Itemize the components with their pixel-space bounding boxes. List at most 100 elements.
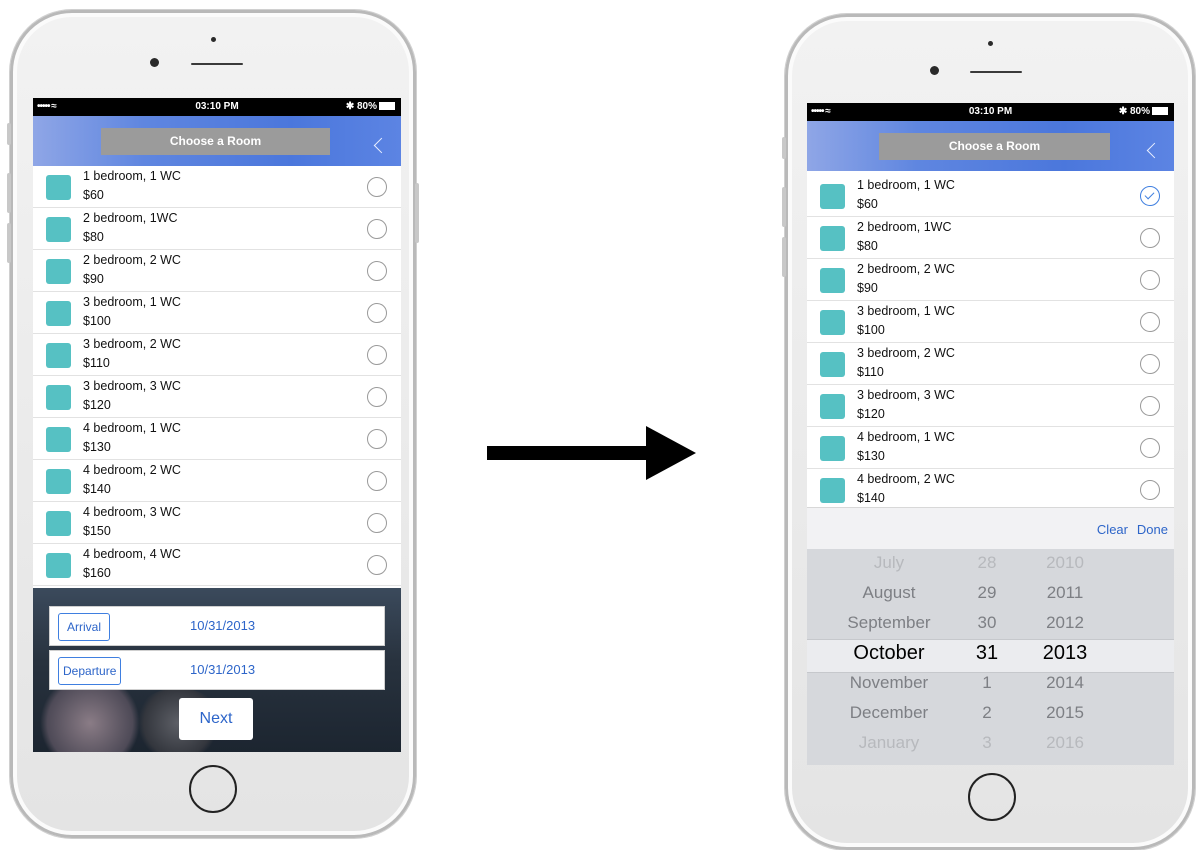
home-button[interactable] — [189, 765, 237, 813]
room-radio-button[interactable] — [367, 429, 387, 449]
picker-year-item[interactable]: 2010 — [1025, 553, 1105, 573]
room-row[interactable]: 4 bedroom, 2 WC $140 — [807, 469, 1174, 507]
done-button[interactable]: Done — [1137, 522, 1168, 537]
room-radio-button[interactable] — [367, 471, 387, 491]
nav-bar: Choose a Room — [33, 116, 401, 166]
room-price: $130 — [857, 449, 885, 463]
room-row[interactable]: 4 bedroom, 1 WC $130 — [33, 418, 401, 460]
departure-button[interactable]: Departure — [58, 657, 122, 685]
room-radio-button[interactable] — [367, 219, 387, 239]
picker-day-item[interactable]: 1 — [967, 673, 1007, 693]
picker-year-item[interactable]: 2012 — [1025, 613, 1105, 633]
room-price: $120 — [83, 398, 111, 412]
transition-arrow-shaft — [487, 446, 653, 460]
room-price: $90 — [83, 272, 104, 286]
picker-day-item[interactable]: 31 — [967, 642, 1007, 665]
back-chevron-icon[interactable] — [1146, 142, 1163, 159]
room-row[interactable]: 2 bedroom, 2 WC $90 — [807, 259, 1174, 301]
side-button — [782, 137, 786, 159]
room-thumbnail — [46, 343, 71, 368]
room-price: $80 — [83, 230, 104, 244]
room-radio-button[interactable] — [1140, 228, 1160, 248]
picker-month-item[interactable]: July — [827, 553, 951, 573]
room-radio-button[interactable] — [367, 303, 387, 323]
room-radio-button[interactable] — [367, 177, 387, 197]
room-price: $140 — [857, 491, 885, 505]
room-radio-button[interactable] — [367, 261, 387, 281]
next-button[interactable]: Next — [179, 698, 253, 740]
picker-day-item[interactable]: 30 — [967, 613, 1007, 633]
arrival-button[interactable]: Arrival — [58, 613, 111, 641]
room-row[interactable]: 1 bedroom, 1 WC $60 — [807, 175, 1174, 217]
room-radio-button[interactable] — [1140, 354, 1160, 374]
room-row[interactable]: 4 bedroom, 4 WC $160 — [33, 544, 401, 586]
picker-day-item[interactable]: 3 — [967, 733, 1007, 753]
room-name: 4 bedroom, 2 WC — [83, 463, 181, 477]
picker-year-item[interactable]: 2015 — [1025, 703, 1105, 723]
room-radio-button[interactable] — [1140, 396, 1160, 416]
battery-icon — [1152, 107, 1168, 116]
room-list: 1 bedroom, 1 WC $60 2 bedroom, 1WC $80 2 bed… — [33, 166, 401, 586]
clear-button[interactable]: Clear — [1097, 522, 1128, 537]
picker-year-item[interactable]: 2014 — [1025, 673, 1105, 693]
room-row[interactable]: 2 bedroom, 2 WC $90 — [33, 250, 401, 292]
room-row[interactable]: 4 bedroom, 1 WC $130 — [807, 427, 1174, 469]
picker-month-item[interactable]: October — [827, 642, 951, 665]
room-radio-button[interactable] — [367, 387, 387, 407]
departure-date[interactable]: 10/31/2013 — [190, 662, 255, 677]
room-price: $100 — [857, 323, 885, 337]
picker-month-item[interactable]: December — [827, 703, 951, 723]
room-row[interactable]: 4 bedroom, 3 WC $150 — [33, 502, 401, 544]
battery-indicator: ✱ 80% — [1119, 106, 1168, 117]
room-row[interactable]: 1 bedroom, 1 WC $60 — [33, 166, 401, 208]
room-row[interactable]: 3 bedroom, 1 WC $100 — [33, 292, 401, 334]
room-radio-button[interactable] — [1140, 438, 1160, 458]
room-row[interactable]: 4 bedroom, 2 WC $140 — [33, 460, 401, 502]
page-title: Choose a Room — [101, 128, 330, 155]
picker-month-item[interactable]: August — [827, 583, 951, 603]
left-screen: ••••• ≈ 03:10 PM ✱ 80% Choose a Room 1 b… — [33, 98, 401, 752]
room-thumbnail — [820, 352, 845, 377]
room-radio-button[interactable] — [1140, 312, 1160, 332]
proximity-sensor-icon — [988, 41, 993, 46]
camera-icon — [930, 66, 939, 75]
side-button — [7, 173, 11, 213]
picker-year-item[interactable]: 2011 — [1025, 583, 1105, 603]
side-button — [7, 123, 11, 145]
side-button — [782, 237, 786, 277]
room-radio-button[interactable] — [367, 345, 387, 365]
room-radio-button[interactable] — [1140, 186, 1160, 206]
room-row[interactable]: 2 bedroom, 1WC $80 — [33, 208, 401, 250]
back-chevron-icon[interactable] — [373, 137, 390, 154]
picker-month-item[interactable]: November — [827, 673, 951, 693]
room-price: $110 — [83, 356, 110, 370]
room-radio-button[interactable] — [367, 555, 387, 575]
picker-year-item[interactable]: 2013 — [1025, 642, 1105, 665]
room-price: $60 — [83, 188, 104, 202]
picker-day-item[interactable]: 28 — [967, 553, 1007, 573]
room-name: 4 bedroom, 1 WC — [857, 430, 955, 444]
picker-year-item[interactable]: 2016 — [1025, 733, 1105, 753]
date-picker[interactable]: July August September October November Decemb… — [807, 549, 1174, 765]
room-row[interactable]: 3 bedroom, 3 WC $120 — [807, 385, 1174, 427]
picker-month-item[interactable]: January — [827, 733, 951, 753]
home-button[interactable] — [968, 773, 1016, 821]
picker-day-item[interactable]: 2 — [967, 703, 1007, 723]
status-bar: ••••• ≈ 03:10 PM ✱ 80% — [807, 103, 1174, 121]
room-radio-button[interactable] — [1140, 480, 1160, 500]
room-price: $110 — [857, 365, 884, 379]
room-row[interactable]: 3 bedroom, 2 WC $110 — [807, 343, 1174, 385]
room-radio-button[interactable] — [367, 513, 387, 533]
picker-day-item[interactable]: 29 — [967, 583, 1007, 603]
room-row[interactable]: 2 bedroom, 1WC $80 — [807, 217, 1174, 259]
room-row[interactable]: 3 bedroom, 3 WC $120 — [33, 376, 401, 418]
background-photo: Arrival 10/31/2013 Departure 10/31/2013 … — [33, 588, 401, 752]
right-screen: ••••• ≈ 03:10 PM ✱ 80% Choose a Room 1 b… — [807, 103, 1174, 765]
room-row[interactable]: 3 bedroom, 1 WC $100 — [807, 301, 1174, 343]
room-radio-button[interactable] — [1140, 270, 1160, 290]
picker-month-item[interactable]: September — [827, 613, 951, 633]
room-name: 2 bedroom, 2 WC — [83, 253, 181, 267]
room-row[interactable]: 3 bedroom, 2 WC $110 — [33, 334, 401, 376]
arrival-date[interactable]: 10/31/2013 — [190, 618, 255, 633]
room-price: $140 — [83, 482, 111, 496]
